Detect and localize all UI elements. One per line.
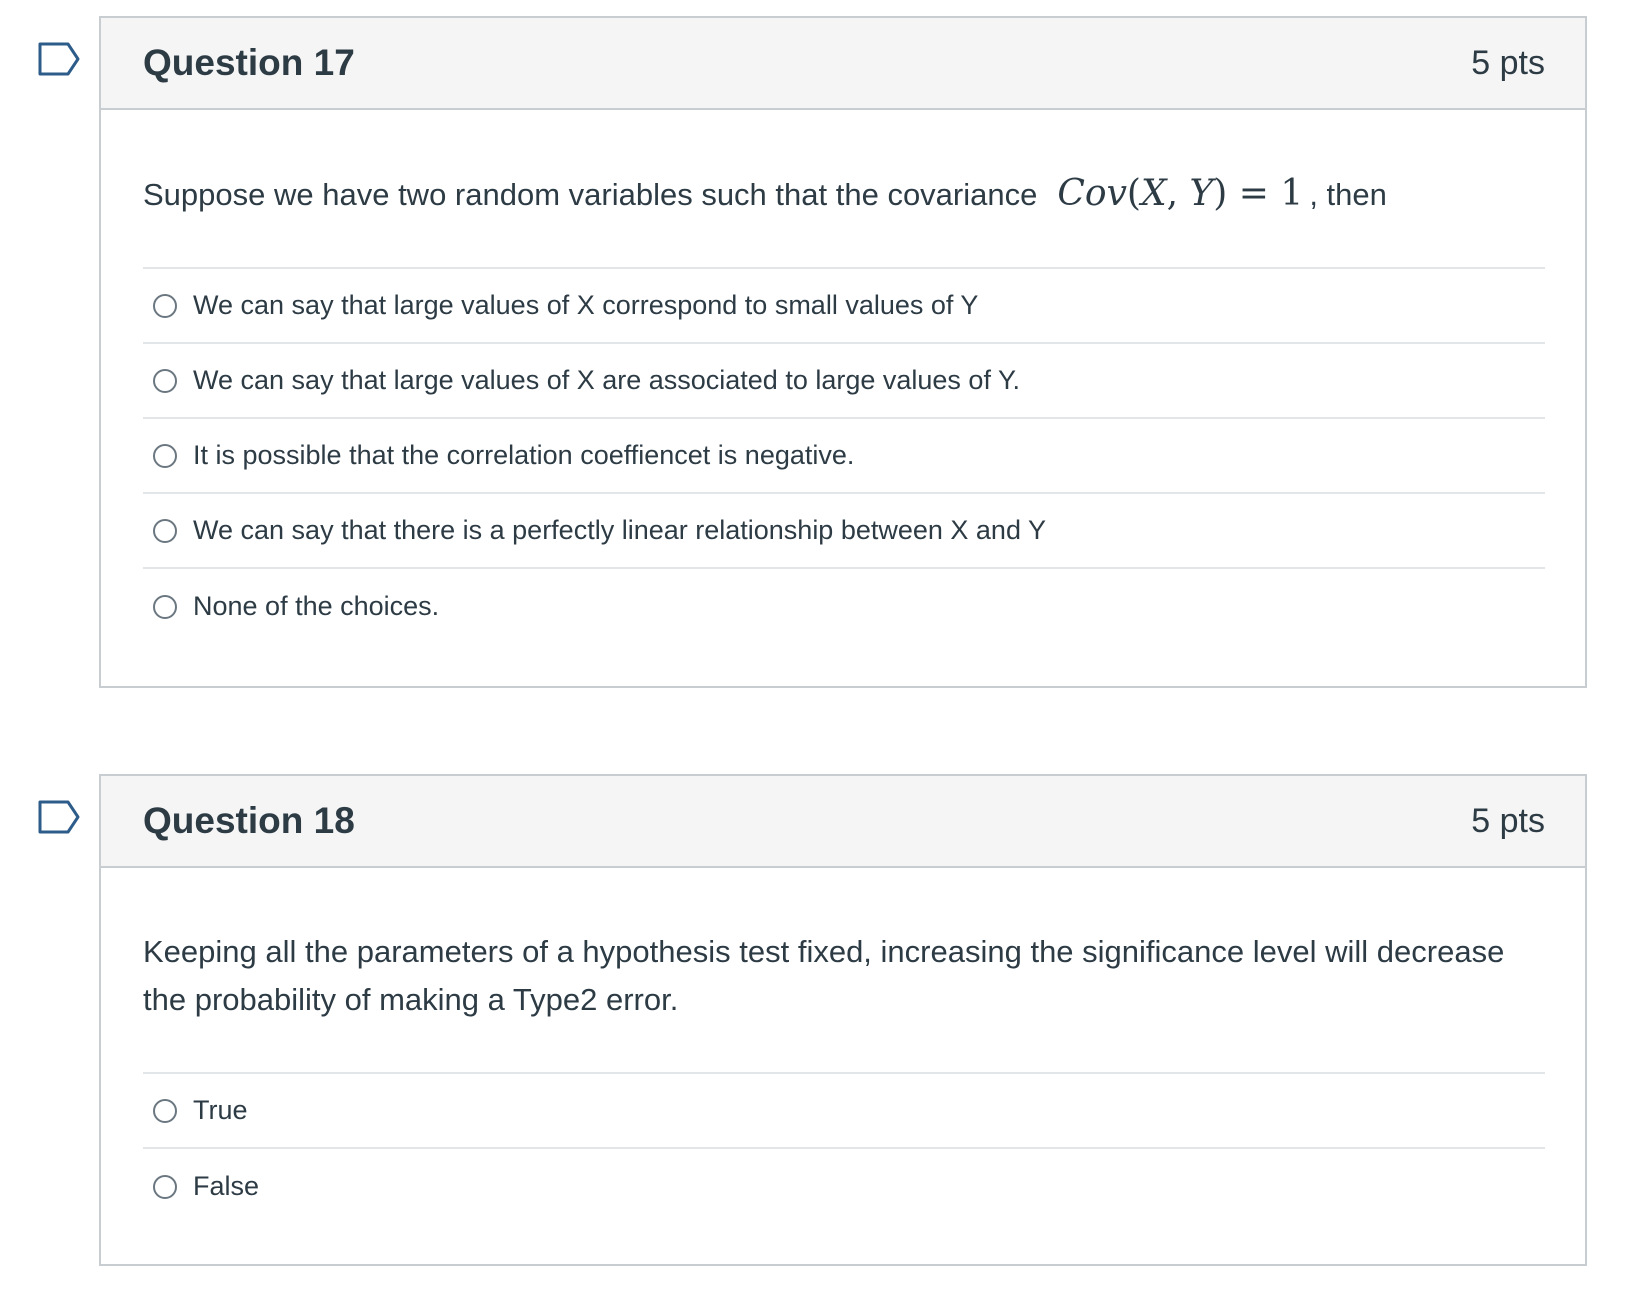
question-18-card: Question 18 5 pts Keeping all the parame… [99, 774, 1587, 1266]
answer-label: None of the choices. [193, 591, 440, 621]
formula-close-paren: ) [1213, 173, 1228, 214]
radio-unchecked-icon[interactable] [153, 293, 177, 318]
question-18-header: Question 18 5 pts [101, 776, 1585, 868]
answer-option[interactable]: True [143, 1074, 1545, 1149]
question-17-points: 5 pts [1471, 44, 1545, 82]
formula-var-x: X [1140, 173, 1167, 214]
question-18-answers: True False [143, 1072, 1545, 1224]
question-18-body: Keeping all the parameters of a hypothes… [101, 868, 1585, 1224]
formula-fn: Cov [1057, 173, 1127, 214]
formula-comma: , [1166, 173, 1179, 214]
question-17-title: Question 17 [143, 42, 355, 83]
answer-label: We can say that there is a perfectly lin… [193, 515, 1046, 545]
formula-var-y: Y [1189, 173, 1214, 214]
radio-unchecked-icon[interactable] [153, 518, 177, 543]
question-17-text-after: , then [1309, 177, 1387, 212]
radio-unchecked-icon[interactable] [153, 368, 177, 393]
answer-label: False [193, 1171, 260, 1201]
radio-unchecked-icon[interactable] [153, 1098, 177, 1123]
answer-label: We can say that large values of X corres… [193, 290, 979, 320]
question-18-points: 5 pts [1471, 802, 1545, 840]
flag-question-18-icon[interactable] [38, 800, 80, 834]
answer-label: We can say that large values of X are as… [193, 365, 1020, 395]
question-17-body: Suppose we have two random variables suc… [101, 110, 1585, 644]
formula-equals: = [1238, 173, 1269, 214]
answer-option[interactable]: None of the choices. [143, 569, 1545, 644]
answer-option[interactable]: We can say that large values of X corres… [143, 269, 1545, 344]
answer-option[interactable]: We can say that large values of X are as… [143, 344, 1545, 419]
question-18-text: Keeping all the parameters of a hypothes… [143, 934, 1505, 1017]
question-17-header: Question 17 5 pts [101, 18, 1585, 110]
question-17-text: Suppose we have two random variables suc… [143, 110, 1545, 267]
radio-unchecked-icon[interactable] [153, 443, 177, 468]
answer-label: It is possible that the correlation coef… [193, 440, 855, 470]
answer-option[interactable]: It is possible that the correlation coef… [143, 419, 1545, 494]
formula-open-paren: ( [1126, 173, 1141, 214]
answer-option[interactable]: False [143, 1149, 1545, 1224]
answer-option[interactable]: We can say that there is a perfectly lin… [143, 494, 1545, 569]
covariance-formula: Cov(X, Y) = 1 [1057, 173, 1303, 214]
question-17-card: Question 17 5 pts Suppose we have two ra… [99, 16, 1587, 688]
answer-label: True [193, 1095, 248, 1125]
question-18-title: Question 18 [143, 800, 355, 841]
formula-value: 1 [1280, 173, 1304, 214]
radio-unchecked-icon[interactable] [153, 1174, 177, 1199]
question-17-text-before: Suppose we have two random variables suc… [143, 177, 1038, 212]
question-17-answers: We can say that large values of X corres… [143, 267, 1545, 644]
radio-unchecked-icon[interactable] [153, 594, 177, 619]
flag-question-17-icon[interactable] [38, 42, 80, 76]
